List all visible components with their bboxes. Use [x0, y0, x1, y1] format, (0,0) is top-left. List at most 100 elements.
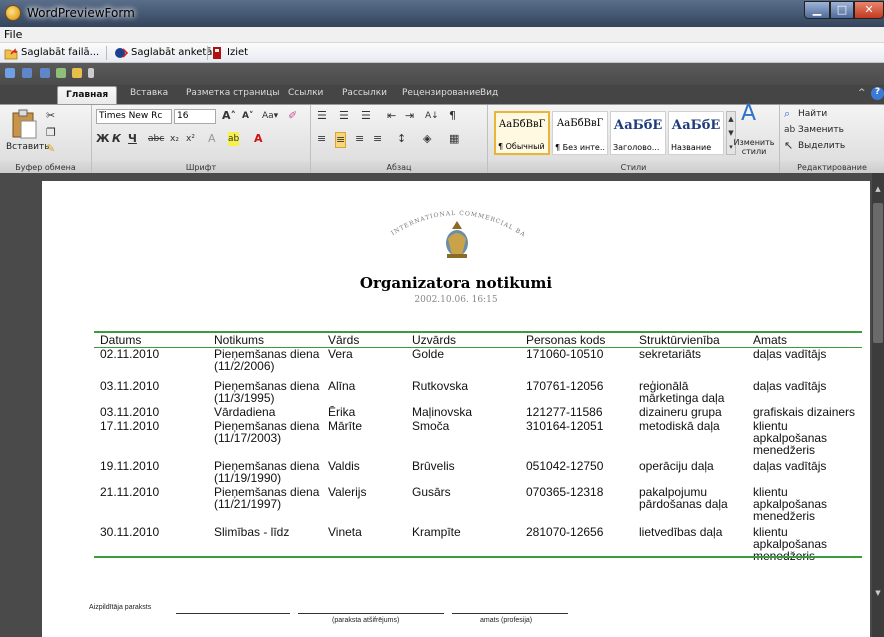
font-name-select[interactable]: Times New Rc: [96, 109, 172, 124]
sort-icon[interactable]: A↓: [425, 109, 439, 123]
clipboard-group: Вставить ✂ ❐ ✎ Буфер обмена: [0, 105, 92, 174]
redo-icon[interactable]: [40, 68, 50, 78]
tab-references[interactable]: Ссылки: [288, 88, 323, 98]
italic-icon[interactable]: К: [112, 132, 121, 146]
cut-icon[interactable]: ✂: [46, 109, 55, 123]
paste-icon[interactable]: [10, 109, 38, 139]
numbering-icon[interactable]: ☰: [339, 109, 349, 123]
decrease-indent-icon[interactable]: ⇤: [387, 109, 396, 123]
font-size-select[interactable]: 16: [174, 109, 216, 124]
grow-font-icon[interactable]: A˄: [222, 109, 236, 123]
cell-line: dizaineru grupa: [639, 405, 722, 419]
tab-view[interactable]: Вид: [480, 88, 498, 98]
tab-mailings[interactable]: Рассылки: [342, 88, 387, 98]
cell-unit: metodiskā daļa: [639, 420, 720, 432]
cell-date: 19.11.2010: [100, 459, 160, 473]
bold-icon[interactable]: Ж: [96, 132, 109, 146]
customize-qat-icon[interactable]: [88, 68, 94, 78]
cell-line: daļas vadītājs: [753, 459, 827, 473]
align-left-icon[interactable]: ≡: [317, 132, 326, 146]
format-painter-icon[interactable]: ✎: [46, 142, 55, 156]
cell-line: Slimības - līdz: [214, 525, 290, 539]
clear-format-icon[interactable]: ✐: [288, 109, 297, 123]
copy-icon[interactable]: ❐: [46, 126, 56, 140]
save-to-form-button[interactable]: Saglabāt anketā...: [112, 45, 222, 61]
replace-button[interactable]: Заменить: [798, 125, 844, 135]
cell-line: sekretariāts: [639, 347, 702, 361]
bullets-icon[interactable]: ☰: [317, 109, 327, 123]
save-icon[interactable]: [5, 68, 15, 78]
cell-first-name: Vera: [328, 347, 353, 361]
line-spacing-icon[interactable]: ↕: [397, 132, 406, 146]
cell-date: 02.11.2010: [100, 347, 160, 361]
borders-icon[interactable]: ▦: [449, 132, 459, 146]
change-case-icon[interactable]: Aa▾: [262, 109, 278, 123]
cell-unit: operāciju daļa: [639, 460, 714, 472]
subscript-icon[interactable]: x₂: [170, 132, 179, 146]
change-styles-icon[interactable]: A: [741, 103, 756, 125]
signature-decode-line: [298, 613, 444, 614]
increase-indent-icon[interactable]: ⇥: [405, 109, 414, 123]
style-no-spacing[interactable]: АаБбВвГ ¶ Без инте...: [552, 111, 608, 155]
find-button[interactable]: Найти: [798, 109, 827, 119]
vertical-scrollbar[interactable]: ▲ ▼: [872, 173, 884, 637]
header-rule: [94, 347, 862, 348]
multilevel-list-icon[interactable]: ☰: [361, 109, 371, 123]
font-color-icon[interactable]: A: [254, 132, 263, 146]
save-form-icon: [115, 48, 128, 58]
help-icon[interactable]: ?: [871, 87, 884, 100]
highlight-icon[interactable]: ab: [228, 132, 240, 146]
select-button[interactable]: Выделить: [798, 141, 845, 151]
scroll-down-icon[interactable]: ▼: [874, 589, 882, 597]
bank-logo: INTERNATIONAL COMMERCIAL BANK: [382, 199, 526, 258]
scroll-up-icon[interactable]: ▲: [874, 185, 882, 193]
text-effects-icon[interactable]: A: [208, 132, 216, 146]
cell-event: Pieņemšanas diena (11/3/1995): [214, 380, 319, 404]
tab-review[interactable]: Рецензирование: [402, 88, 480, 98]
undo-icon[interactable]: [22, 68, 32, 78]
find-icon[interactable]: ⌕: [784, 107, 790, 121]
shrink-font-icon[interactable]: A˅: [242, 109, 253, 123]
justify-icon[interactable]: ≡: [373, 132, 382, 146]
minimize-button[interactable]: ▁: [804, 1, 830, 19]
paste-button[interactable]: Вставить: [6, 142, 50, 152]
strikethrough-icon[interactable]: abc: [148, 132, 164, 146]
shading-icon[interactable]: ◈: [423, 132, 431, 146]
document-page[interactable]: INTERNATIONAL COMMERCIAL BANK Organizato…: [42, 181, 870, 637]
style-no-spacing-name: ¶ Без инте...: [555, 143, 605, 152]
replace-icon[interactable]: ab: [784, 123, 795, 137]
style-no-spacing-sample: АаБбВвГ: [556, 118, 604, 129]
align-right-icon[interactable]: ≡: [355, 132, 364, 146]
superscript-icon[interactable]: x²: [186, 132, 195, 146]
cell-first-name: Mārīte: [328, 419, 363, 433]
tab-page-layout[interactable]: Разметка страницы: [186, 88, 280, 98]
minimize-ribbon-icon[interactable]: ^: [858, 88, 866, 98]
exit-button[interactable]: Iziet: [208, 45, 248, 61]
align-center-icon[interactable]: ≡: [335, 132, 347, 148]
scrollbar-thumb[interactable]: [873, 203, 883, 343]
underline-icon[interactable]: Ч: [128, 132, 137, 146]
tab-home[interactable]: Главная: [57, 86, 118, 105]
tab-insert[interactable]: Вставка: [130, 88, 168, 98]
maximize-button[interactable]: □: [830, 1, 854, 19]
save-to-file-button[interactable]: Saglabāt failā...: [2, 45, 99, 61]
close-button[interactable]: ✕: [854, 1, 884, 19]
cell-date: 03.11.2010: [100, 379, 160, 393]
quick-access-toolbar: [0, 63, 884, 85]
print-icon[interactable]: [56, 68, 66, 78]
style-title[interactable]: АаБбЕ Название: [668, 111, 724, 155]
pilcrow-icon[interactable]: ¶: [449, 109, 456, 123]
cell-line: (11/17/2003): [214, 431, 282, 445]
cell-line: lietvedības daļa: [639, 525, 723, 539]
cell-unit: lietvedības daļa: [639, 526, 722, 538]
select-icon[interactable]: ↖: [784, 139, 793, 153]
style-normal[interactable]: АаБбВвГ ¶ Обычный: [494, 111, 550, 155]
cell-date: 03.11.2010: [100, 405, 160, 419]
menu-file[interactable]: File: [4, 28, 22, 41]
style-heading-name: Заголово...: [613, 143, 660, 152]
change-styles-button[interactable]: Изменить стили: [732, 138, 776, 156]
format-painter-icon[interactable]: [72, 68, 82, 78]
cell-unit: pakalpojumu pārdošanas daļa: [639, 486, 728, 510]
style-heading[interactable]: АаБбЕ Заголово...: [610, 111, 666, 155]
cell-position: klientuapkalpošanasmenedžeris: [753, 486, 827, 522]
